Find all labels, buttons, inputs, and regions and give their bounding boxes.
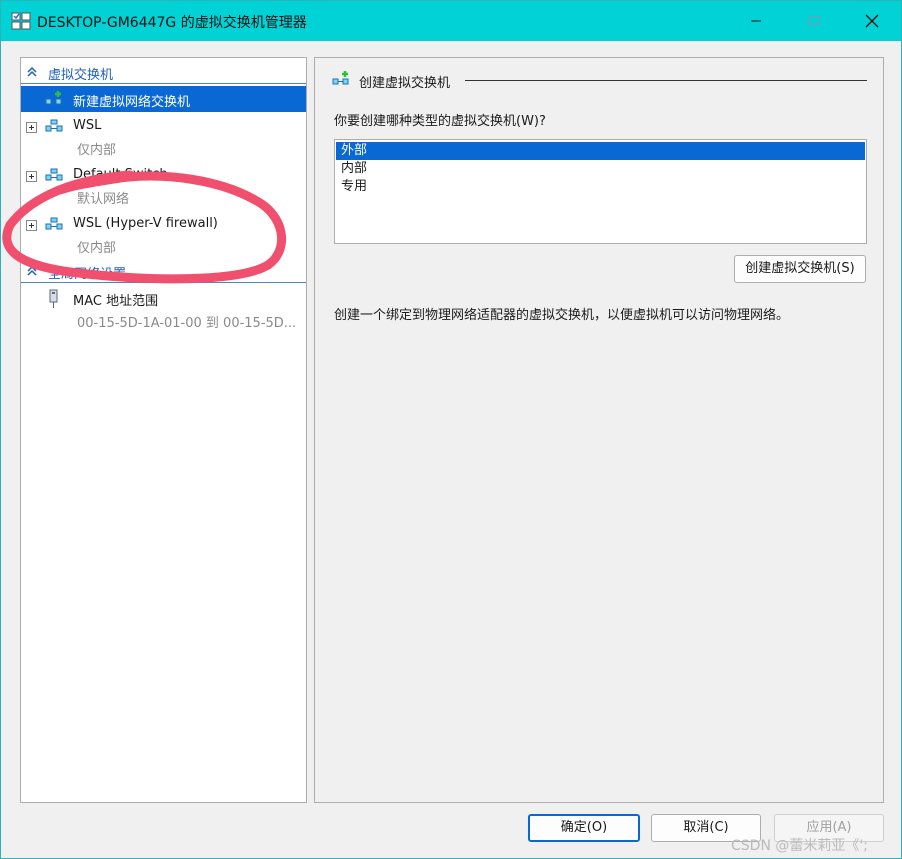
ok-button[interactable]: 确定(O)	[528, 814, 640, 842]
switch-tree-panel: 虚拟交换机 新建虚拟网络交换机 WSL 仅内部 Default Switch 默…	[20, 57, 307, 803]
expand-icon[interactable]	[26, 220, 37, 231]
section-label: 全局网络设置	[48, 267, 127, 282]
minimize-icon	[751, 20, 761, 22]
title-bar[interactable]: DESKTOP-GM6447G 的虚拟交换机管理器	[1, 1, 901, 41]
group-divider	[465, 80, 867, 81]
network-adapter-icon	[49, 289, 58, 308]
tree-item-wsl-hyperv-firewall[interactable]: WSL (Hyper-V firewall) 仅内部	[21, 212, 306, 260]
group-title: 创建虚拟交换机	[359, 76, 451, 91]
tree-item-label: MAC 地址范围	[73, 294, 159, 309]
create-switch-icon	[332, 71, 349, 85]
tree-item-subtitle: 默认网络	[77, 192, 130, 207]
watermark: CSDN @蕾米莉亚《';	[731, 838, 868, 854]
expand-icon[interactable]	[26, 122, 37, 133]
close-icon	[865, 14, 879, 28]
network-switch-icon	[45, 217, 63, 230]
switch-type-option-private[interactable]: 专用	[336, 178, 865, 196]
switch-type-option-internal[interactable]: 内部	[336, 160, 865, 178]
tree-item-label: 新建虚拟网络交换机	[73, 95, 191, 110]
tree-item-new-switch[interactable]: 新建虚拟网络交换机	[21, 86, 306, 112]
global-network-settings-section-header[interactable]: 全局网络设置	[21, 261, 306, 283]
tree-item-wsl[interactable]: WSL 仅内部	[21, 114, 306, 162]
tree-item-subtitle: 仅内部	[77, 241, 117, 256]
create-virtual-switch-button[interactable]: 创建虚拟交换机(S)	[734, 255, 866, 283]
switch-type-description: 创建一个绑定到物理网络适配器的虚拟交换机，以便虚拟机可以访问物理网络。	[334, 308, 790, 323]
section-divider	[21, 282, 306, 283]
dialog-window: DESKTOP-GM6447G 的虚拟交换机管理器 虚拟交换机 新建虚拟网络交换…	[0, 0, 902, 859]
close-button[interactable]	[852, 6, 892, 36]
tree-item-default-switch[interactable]: Default Switch 默认网络	[21, 163, 306, 211]
network-switch-icon	[45, 119, 63, 132]
maximize-icon	[809, 16, 819, 26]
switch-type-list[interactable]: 外部 内部 专用	[334, 139, 867, 244]
tree-item-label: WSL (Hyper-V firewall)	[73, 216, 218, 231]
new-network-switch-icon	[45, 91, 62, 105]
tree-item-subtitle: 00-15-5D-1A-01-00 到 00-15-5D...	[77, 316, 297, 331]
tree-item-mac-address-range[interactable]: MAC 地址范围 00-15-5D-1A-01-00 到 00-15-5D...	[21, 286, 306, 336]
virtual-switch-manager-icon	[11, 12, 31, 30]
tree-item-label: WSL	[73, 118, 102, 133]
details-panel: 创建虚拟交换机 你要创建哪种类型的虚拟交换机(W)? 外部 内部 专用 创建虚拟…	[314, 57, 884, 803]
window-title: DESKTOP-GM6447G 的虚拟交换机管理器	[37, 15, 307, 31]
tree-item-label: Default Switch	[73, 167, 168, 182]
network-switch-icon	[45, 168, 63, 181]
minimize-button[interactable]	[736, 6, 776, 36]
tree-item-subtitle: 仅内部	[77, 143, 117, 158]
virtual-switches-section-header[interactable]: 虚拟交换机	[21, 62, 306, 84]
expand-icon[interactable]	[26, 171, 37, 182]
maximize-button[interactable]	[794, 6, 834, 36]
section-divider	[21, 83, 306, 84]
collapse-chevron-icon	[27, 265, 37, 276]
collapse-chevron-icon	[27, 66, 37, 77]
switch-type-option-external[interactable]: 外部	[336, 142, 865, 160]
switch-type-question: 你要创建哪种类型的虚拟交换机(W)?	[334, 114, 546, 129]
section-label: 虚拟交换机	[48, 68, 114, 83]
